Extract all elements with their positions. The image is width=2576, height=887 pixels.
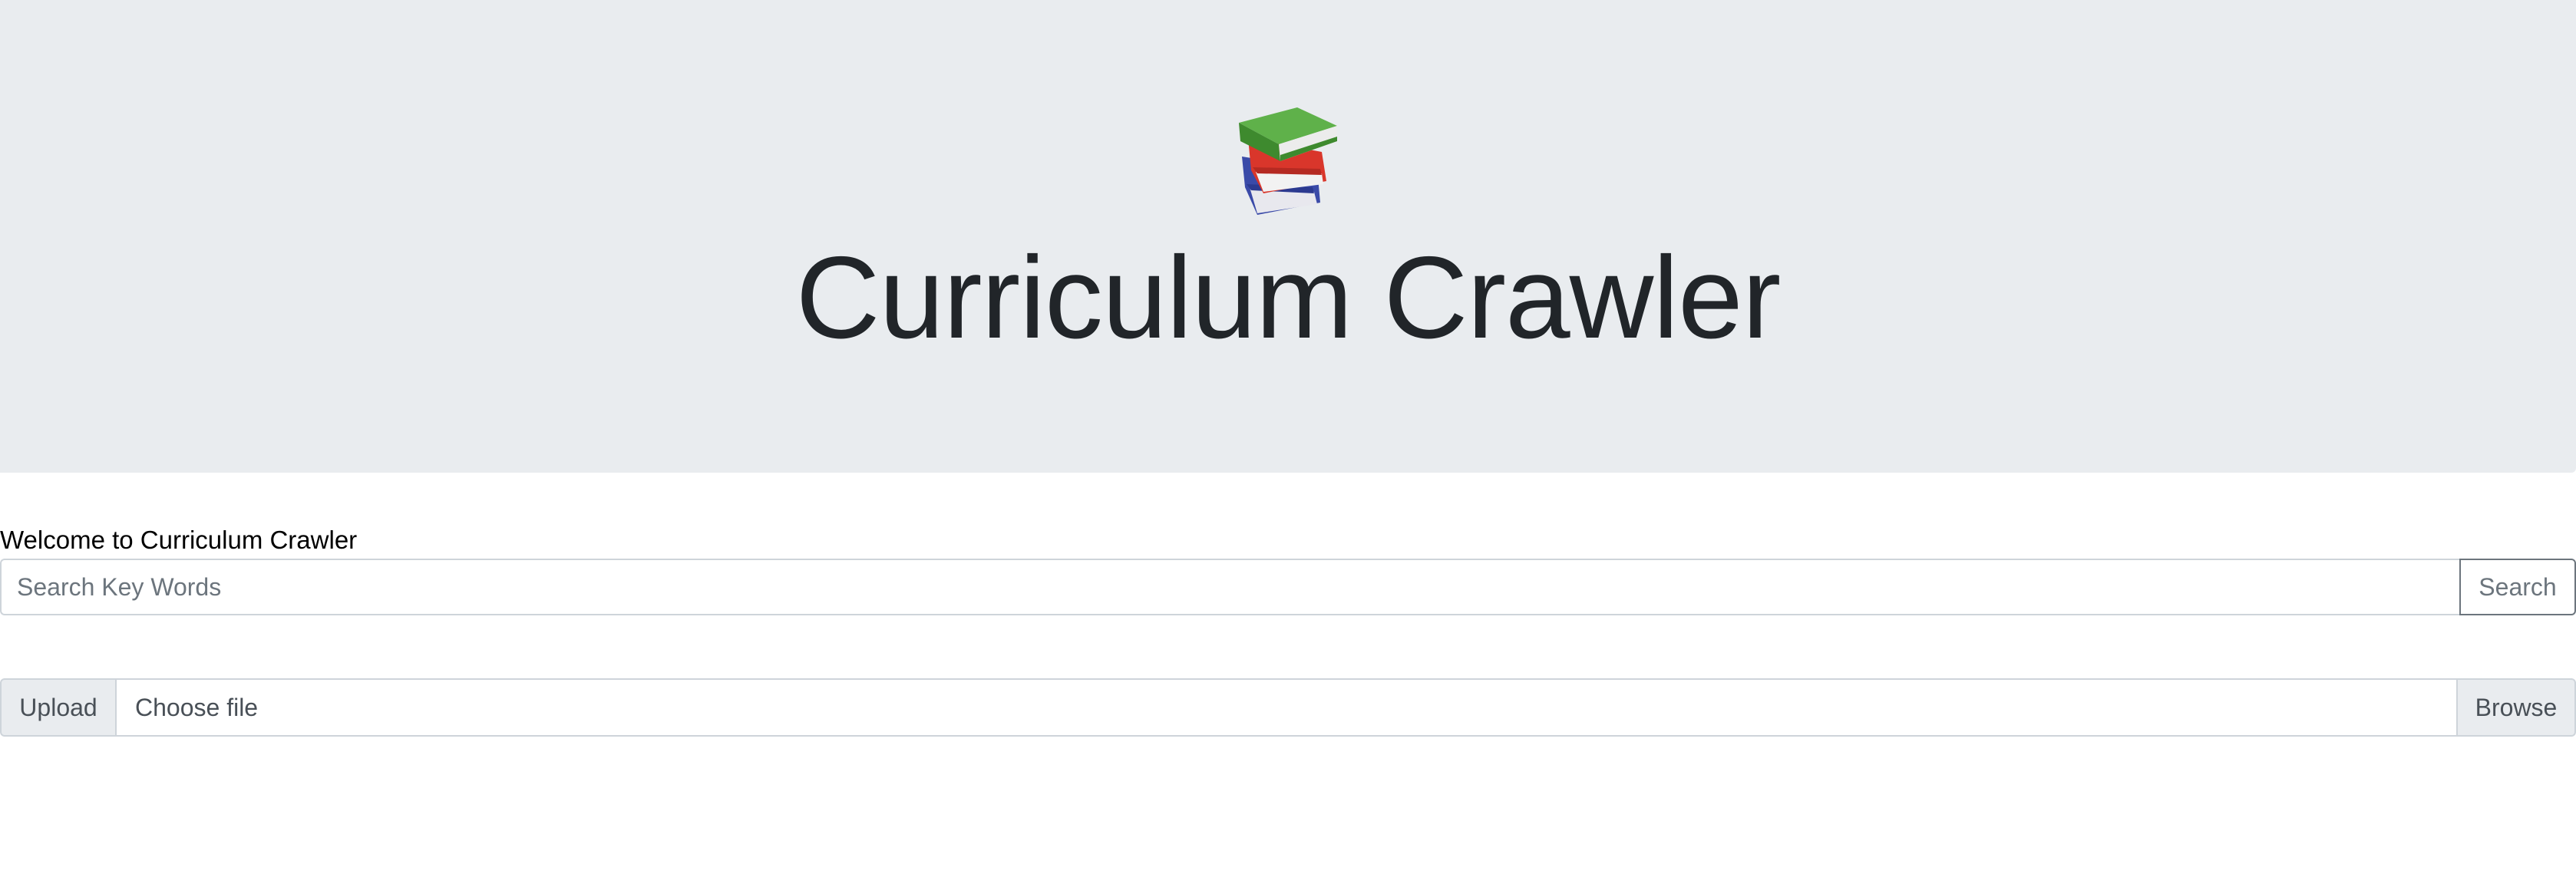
upload-label: Upload <box>0 678 117 737</box>
books-icon <box>1239 107 1337 215</box>
search-input[interactable] <box>0 559 2459 615</box>
welcome-text: Welcome to Curriculum Crawler <box>0 526 358 554</box>
search-button[interactable]: Search <box>2459 559 2576 615</box>
upload-group: Upload Choose file Browse <box>0 678 2576 737</box>
search-group: Search <box>0 559 2576 617</box>
hero-header: Curriculum Crawler <box>0 0 2576 473</box>
browse-button[interactable]: Browse <box>2456 678 2576 737</box>
file-input[interactable]: Choose file <box>115 678 2458 737</box>
page-title: Curriculum Crawler <box>795 232 1782 363</box>
